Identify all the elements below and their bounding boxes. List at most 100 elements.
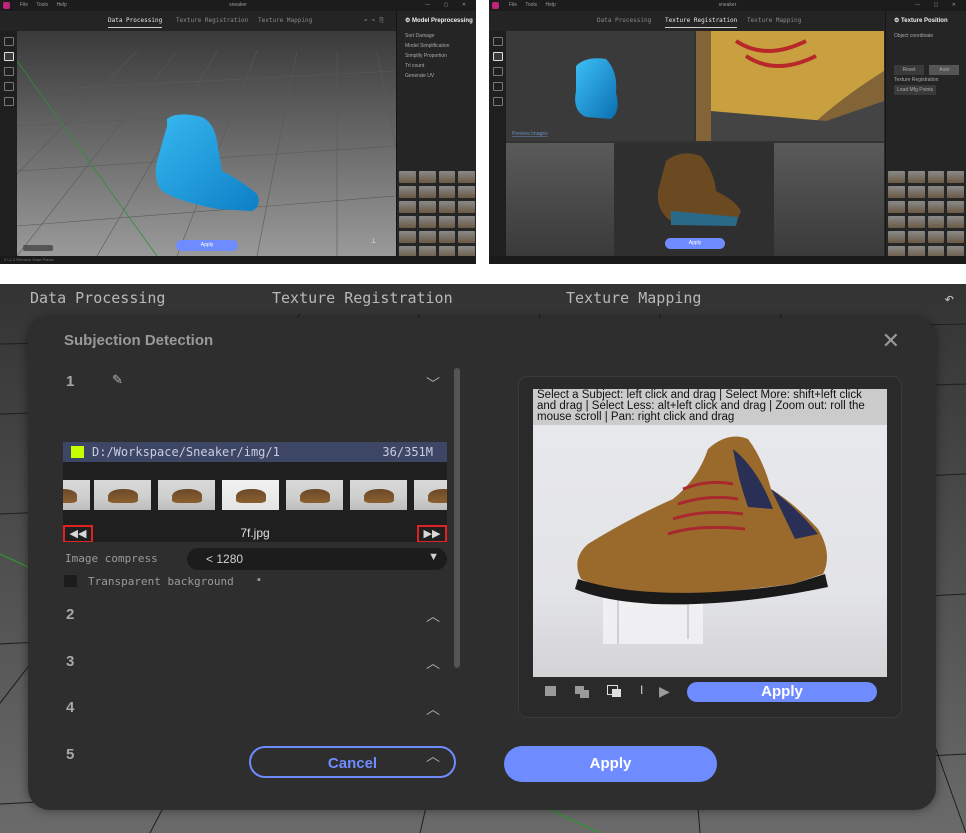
left-status-bar: 2 L1.0 Remove Scan Points — [0, 256, 476, 264]
left-right-panel: ⚙ Model Preprocessing Sort Damage Model … — [396, 11, 476, 258]
tab-data-processing[interactable]: Data Processing — [30, 289, 165, 307]
window-controls[interactable]: — ▢ ✕ — [915, 0, 962, 11]
grid-tool-icon[interactable] — [492, 97, 503, 106]
left-apply-button[interactable]: Apply — [176, 240, 238, 251]
next-image-button[interactable]: ▶▶ — [417, 525, 447, 542]
window-controls[interactable]: — ▢ ✕ — [425, 0, 472, 11]
layers-tool-icon[interactable] — [3, 82, 14, 91]
play-icon[interactable]: ▶ — [659, 683, 670, 700]
layers-tool-icon[interactable] — [492, 82, 503, 91]
image-folder-bar[interactable]: D:/Workspace/Sneaker/img/1 36/351M — [63, 442, 447, 462]
image-thumbnail-grid — [888, 171, 964, 258]
step-2-label: 2 — [66, 606, 75, 623]
panel-row[interactable]: Object coordinate — [886, 31, 966, 41]
right-window-title: sneaker — [718, 2, 737, 8]
tab-texture-mapping[interactable]: Texture Mapping — [258, 17, 312, 24]
cube-tool-icon[interactable] — [492, 52, 503, 61]
chevron-up-icon[interactable]: ︿ — [426, 653, 440, 673]
person-tool-icon[interactable] — [3, 67, 14, 76]
tab-texture-registration[interactable]: Texture Registration — [272, 289, 453, 307]
left-3d-viewport[interactable]: ⟂ — [17, 31, 396, 256]
step-3-label: 3 — [66, 653, 75, 670]
tab-texture-mapping[interactable]: Texture Mapping — [747, 17, 801, 24]
image-count: 36/351M — [382, 445, 433, 459]
thumbnail[interactable] — [63, 480, 90, 510]
shoe-model-blue — [575, 58, 618, 119]
left-toolbar — [0, 31, 17, 256]
panel-row[interactable]: Model Simplification — [397, 41, 476, 51]
panel-row[interactable]: Tri count — [397, 61, 476, 71]
left-toolbar — [489, 31, 506, 256]
select-tool-icon[interactable] — [3, 37, 14, 46]
panel-row[interactable]: Texture Registration — [886, 75, 966, 85]
thumbnail-selected[interactable] — [222, 480, 279, 510]
chevron-up-icon[interactable]: ︿ — [426, 699, 440, 719]
subjection-detection-dialog: Subjection Detection ✕ 1 ✎ ﹀ D:/Workspac… — [28, 318, 936, 810]
close-icon[interactable]: ✕ — [882, 328, 900, 354]
select-tool-icon[interactable] — [492, 37, 503, 46]
tab-data-processing[interactable]: Data Processing — [597, 17, 651, 24]
thumbnail[interactable] — [286, 480, 343, 510]
image-compress-select[interactable]: < 1280 ▼ — [187, 548, 447, 570]
chevron-down-icon[interactable]: ﹀ — [426, 374, 440, 394]
tab-texture-registration[interactable]: Texture Registration — [176, 17, 248, 24]
image-strip: ◀◀ 7f.jpg ▶▶ — [63, 462, 447, 542]
panel-row[interactable] — [886, 51, 966, 61]
right-status-bar — [489, 256, 966, 264]
dialog-title: Subjection Detection — [64, 332, 214, 349]
preview-images-link[interactable]: Preview Images — [512, 131, 548, 137]
tab-texture-mapping[interactable]: Texture Mapping — [566, 289, 701, 307]
cube-tool-icon[interactable] — [3, 52, 14, 61]
image-compress-label: Image compress — [65, 552, 158, 565]
chevron-up-icon[interactable]: ︿ — [426, 606, 440, 626]
transparent-background-checkbox[interactable] — [64, 575, 77, 587]
panel-row: Load Mfg Points — [886, 85, 966, 95]
square-tool-icon[interactable] — [545, 686, 556, 696]
comment-icon[interactable]: ▪ — [257, 574, 261, 586]
folder-path: D:/Workspace/Sneaker/img/1 — [92, 445, 280, 459]
thumbnail[interactable] — [414, 480, 447, 510]
right-window-screenshot: File Tools Help sneaker — ▢ ✕ Data Proce… — [489, 0, 966, 264]
preview-apply-button[interactable]: Apply — [687, 682, 877, 702]
add-selection-icon[interactable] — [575, 686, 589, 698]
current-file-name: 7f.jpg — [240, 526, 270, 540]
thumbnail[interactable] — [158, 480, 215, 510]
cancel-button[interactable]: Cancel — [249, 746, 456, 778]
image-compress-value: < 1280 — [206, 552, 244, 566]
right-titlebar: File Tools Help sneaker — ▢ ✕ — [489, 0, 966, 11]
right-right-panel: ⚙ Texture Position Object coordinate Res… — [885, 11, 966, 258]
panel-row[interactable]: Generate UV — [397, 71, 476, 81]
auto-button[interactable]: Auto — [929, 65, 960, 75]
preview-image[interactable]: Select a Subject: left click and drag | … — [533, 389, 887, 677]
person-tool-icon[interactable] — [492, 67, 503, 76]
undo-icon[interactable]: ↶ — [944, 289, 954, 309]
subtract-selection-icon[interactable] — [607, 685, 621, 698]
panel-row[interactable]: Simplify Proportion — [397, 51, 476, 61]
load-points-button[interactable]: Load Mfg Points — [894, 85, 937, 95]
main-window: Data Processing Texture Registration Tex… — [0, 284, 966, 833]
cursor-tool-icon[interactable]: I — [640, 683, 643, 697]
tab-texture-registration[interactable]: Texture Registration — [665, 17, 738, 28]
view-label — [23, 245, 53, 251]
panel-row[interactable] — [886, 41, 966, 51]
thumbnail[interactable] — [94, 480, 151, 510]
main-tabs: Data Processing Texture Registration Tex… — [0, 284, 966, 314]
left-window-title: sneaker — [229, 2, 247, 8]
texture-position-title: ⚙ Texture Position — [894, 18, 948, 24]
axis-gizmo-icon: ⟂ — [371, 236, 377, 245]
grid-tool-icon[interactable] — [3, 97, 14, 106]
tab-data-processing[interactable]: Data Processing — [108, 17, 163, 28]
apply-button[interactable]: Apply — [504, 746, 717, 782]
right-viewports[interactable]: Preview Images — [506, 31, 884, 256]
steps-scrollbar[interactable] — [454, 368, 460, 668]
panel-buttons: Reset Auto — [886, 65, 966, 75]
panel-row[interactable]: Sort Damage — [397, 31, 476, 41]
edit-pencil-icon[interactable]: ✎ — [112, 372, 123, 388]
reset-button[interactable]: Reset — [894, 65, 924, 75]
left-window-screenshot: File Tools Help sneaker — ▢ ✕ Data Proce… — [0, 0, 476, 264]
thumbnail[interactable] — [350, 480, 407, 510]
undo-redo-icons[interactable]: ↶↷⎘ — [364, 17, 388, 25]
preview-hint-text: Select a Subject: left click and drag | … — [533, 389, 887, 425]
right-apply-button[interactable]: Apply — [665, 238, 725, 249]
shoe-photo — [575, 436, 828, 644]
